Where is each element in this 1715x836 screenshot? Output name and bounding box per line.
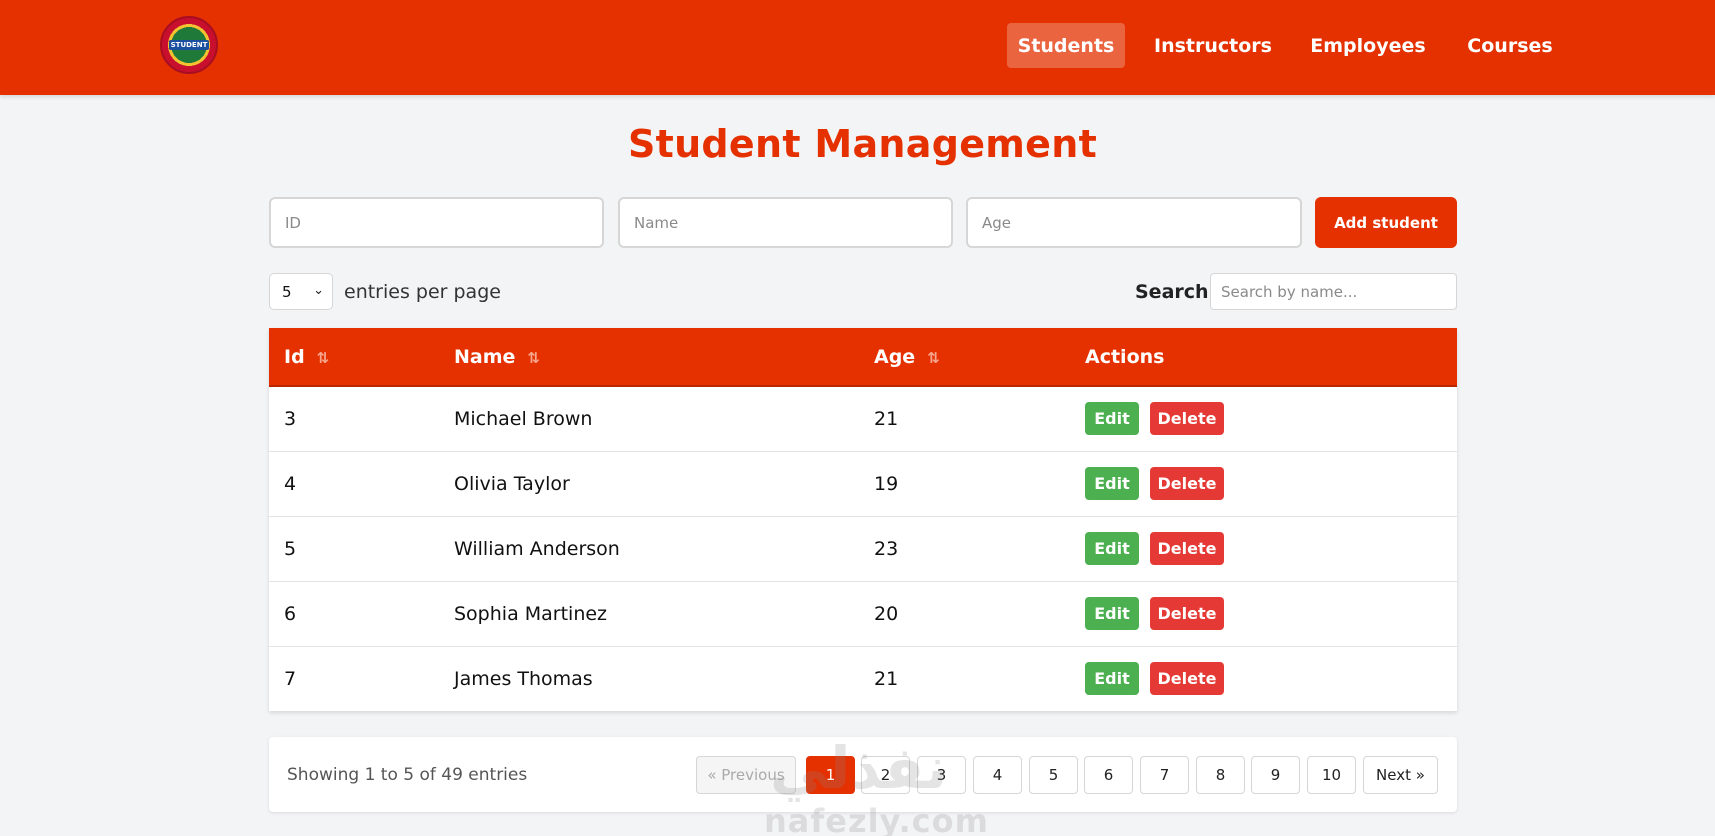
- entries-per-page-select[interactable]: 5 ⌄: [269, 273, 333, 310]
- page-button-9[interactable]: 9: [1251, 756, 1300, 794]
- cell-id: 7: [284, 667, 297, 690]
- cell-actions: Edit Delete: [1070, 581, 1457, 646]
- entries-per-page-label: entries per page: [344, 281, 501, 303]
- school-logo[interactable]: STUDENT: [160, 16, 218, 74]
- entries-summary: Showing 1 to 5 of 49 entries: [287, 765, 528, 785]
- cell-name: Olivia Taylor: [454, 472, 570, 495]
- cell-name: Sophia Martinez: [454, 602, 608, 625]
- search-input[interactable]: [1210, 273, 1457, 310]
- page-button-2[interactable]: 2: [861, 756, 910, 794]
- page-button-4[interactable]: 4: [973, 756, 1022, 794]
- delete-button[interactable]: Delete: [1150, 662, 1224, 696]
- column-header-name-label: Name: [454, 345, 516, 368]
- table-header-row: Id ⇅ Name ⇅ Age ⇅ Actions: [269, 328, 1457, 387]
- cell-age: 23: [874, 537, 899, 560]
- previous-page-button[interactable]: « Previous: [696, 756, 796, 794]
- cell-actions: Edit Delete: [1070, 451, 1457, 516]
- column-header-age[interactable]: Age ⇅: [859, 328, 1070, 387]
- page-button-6[interactable]: 6: [1084, 756, 1133, 794]
- column-header-id[interactable]: Id ⇅: [269, 328, 439, 387]
- table-row: 6 Sophia Martinez 20 Edit Delete: [269, 581, 1457, 646]
- page-button-5[interactable]: 5: [1029, 756, 1078, 794]
- students-table: Id ⇅ Name ⇅ Age ⇅ Actions 3 Michael Brown 2…: [269, 328, 1457, 711]
- cell-age: 20: [874, 602, 899, 625]
- page-button-1[interactable]: 1: [806, 756, 855, 794]
- cell-id: 3: [284, 407, 297, 430]
- column-header-actions: Actions: [1070, 328, 1457, 387]
- column-header-id-label: Id: [284, 345, 305, 368]
- id-input[interactable]: [269, 197, 604, 248]
- nav-courses[interactable]: Courses: [1460, 23, 1560, 68]
- logo-label: STUDENT: [169, 40, 209, 50]
- delete-button[interactable]: Delete: [1150, 467, 1224, 500]
- search-label: Search:: [1135, 281, 1217, 303]
- page-title: Student Management: [627, 122, 1098, 166]
- column-header-actions-label: Actions: [1085, 345, 1165, 368]
- sort-icon[interactable]: ⇅: [927, 349, 940, 367]
- delete-button[interactable]: Delete: [1150, 402, 1224, 436]
- cell-id: 5: [284, 537, 297, 560]
- page-button-3[interactable]: 3: [917, 756, 966, 794]
- top-navbar: STUDENT Students Instructors Employees C…: [0, 0, 1715, 95]
- cell-age: 19: [874, 472, 899, 495]
- cell-actions: Edit Delete: [1070, 646, 1457, 711]
- name-input[interactable]: [618, 197, 953, 248]
- cell-name: James Thomas: [454, 667, 593, 690]
- next-page-button[interactable]: Next »: [1363, 756, 1438, 794]
- delete-button[interactable]: Delete: [1150, 532, 1224, 565]
- edit-button[interactable]: Edit: [1085, 467, 1139, 500]
- add-student-button[interactable]: Add student: [1315, 197, 1457, 248]
- column-header-name[interactable]: Name ⇅: [439, 328, 859, 387]
- page-button-10[interactable]: 10: [1307, 756, 1356, 794]
- sort-icon[interactable]: ⇅: [317, 349, 330, 367]
- nav-students[interactable]: Students: [1007, 23, 1125, 68]
- cell-name: William Anderson: [454, 537, 620, 560]
- pagination-bar: Showing 1 to 5 of 49 entries « Previous …: [269, 737, 1457, 812]
- age-input[interactable]: [966, 197, 1302, 248]
- edit-button[interactable]: Edit: [1085, 662, 1139, 696]
- table-row: 4 Olivia Taylor 19 Edit Delete: [269, 451, 1457, 516]
- entries-select-value: 5: [282, 282, 292, 301]
- sort-icon[interactable]: ⇅: [527, 349, 540, 367]
- cell-id: 6: [284, 602, 297, 625]
- cell-id: 4: [284, 472, 297, 495]
- table-row: 7 James Thomas 21 Edit Delete: [269, 646, 1457, 711]
- delete-button[interactable]: Delete: [1150, 597, 1224, 630]
- page-button-7[interactable]: 7: [1140, 756, 1189, 794]
- cell-age: 21: [874, 407, 899, 430]
- cell-actions: Edit Delete: [1070, 516, 1457, 581]
- cell-actions: Edit Delete: [1070, 386, 1457, 451]
- table-row: 3 Michael Brown 21 Edit Delete: [269, 386, 1457, 451]
- column-header-age-label: Age: [874, 345, 916, 368]
- cell-name: Michael Brown: [454, 407, 593, 430]
- chevron-down-icon: ⌄: [313, 283, 324, 298]
- table-row: 5 William Anderson 23 Edit Delete: [269, 516, 1457, 581]
- nav-employees[interactable]: Employees: [1305, 23, 1431, 68]
- nav-instructors[interactable]: Instructors: [1150, 23, 1276, 68]
- edit-button[interactable]: Edit: [1085, 402, 1139, 436]
- edit-button[interactable]: Edit: [1085, 597, 1139, 630]
- cell-age: 21: [874, 667, 899, 690]
- edit-button[interactable]: Edit: [1085, 532, 1139, 565]
- page-button-8[interactable]: 8: [1196, 756, 1245, 794]
